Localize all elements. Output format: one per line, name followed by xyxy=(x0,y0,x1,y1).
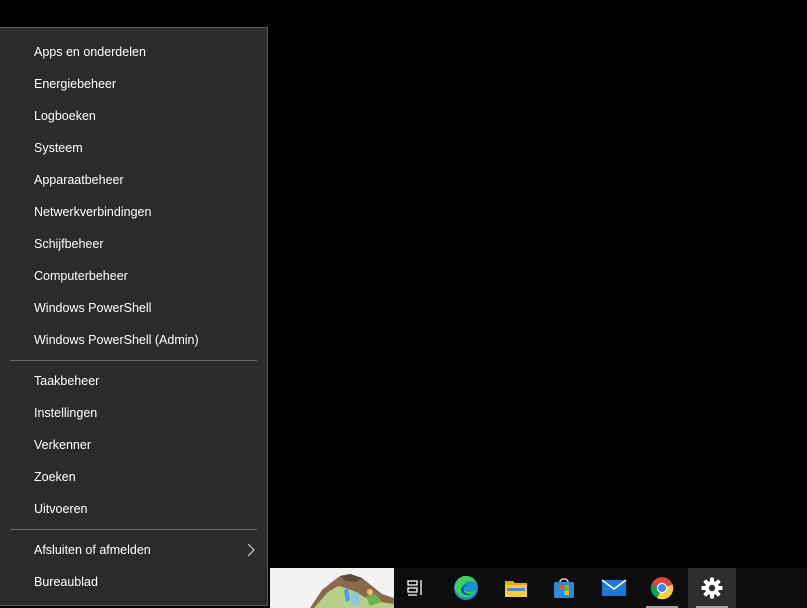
menu-item-energiebeheer[interactable]: Energiebeheer xyxy=(0,68,267,100)
menu-item-windows-powershell[interactable]: Windows PowerShell xyxy=(0,292,267,324)
menu-item-label: Netwerkverbindingen xyxy=(34,205,152,219)
file-explorer-icon[interactable] xyxy=(492,568,540,608)
menu-item-label: Zoeken xyxy=(34,470,76,484)
menu-item-label: Taakbeheer xyxy=(34,374,100,388)
settings-gear-icon[interactable] xyxy=(688,568,736,608)
menu-item-label: Windows PowerShell (Admin) xyxy=(34,333,199,347)
menu-separator xyxy=(10,360,257,361)
taskbar xyxy=(270,568,807,608)
task-view-icon[interactable] xyxy=(392,568,440,608)
menu-item-label: Uitvoeren xyxy=(34,502,88,516)
menu-item-label: Schijfbeheer xyxy=(34,237,104,251)
menu-item-label: Apps en onderdelen xyxy=(34,45,146,59)
menu-item-uitvoeren[interactable]: Uitvoeren xyxy=(0,493,267,525)
menu-item-label: Instellingen xyxy=(34,406,98,420)
menu-item-systeem[interactable]: Systeem xyxy=(0,132,267,164)
menu-item-label: Afsluiten of afmelden xyxy=(34,543,151,557)
winx-power-menu: Apps en onderdelen Energiebeheer Logboek… xyxy=(0,27,268,606)
desktop: Apps en onderdelen Energiebeheer Logboek… xyxy=(0,0,807,608)
menu-item-label: Computerbeheer xyxy=(34,269,128,283)
chrome-icon[interactable] xyxy=(638,568,686,608)
menu-item-label: Systeem xyxy=(34,141,83,155)
menu-item-label: Windows PowerShell xyxy=(34,301,152,315)
menu-item-netwerkverbindingen[interactable]: Netwerkverbindingen xyxy=(0,196,267,228)
menu-item-bureaublad[interactable]: Bureaublad xyxy=(0,566,267,598)
menu-item-apps-en-onderdelen[interactable]: Apps en onderdelen xyxy=(0,36,267,68)
menu-item-label: Verkenner xyxy=(34,438,91,452)
chevron-right-icon xyxy=(245,534,257,566)
edge-icon[interactable] xyxy=(442,568,490,608)
menu-separator xyxy=(10,529,257,530)
menu-item-computerbeheer[interactable]: Computerbeheer xyxy=(0,260,267,292)
menu-item-zoeken[interactable]: Zoeken xyxy=(0,461,267,493)
menu-item-label: Apparaatbeheer xyxy=(34,173,124,187)
menu-item-verkenner[interactable]: Verkenner xyxy=(0,429,267,461)
microsoft-store-icon[interactable] xyxy=(540,568,588,608)
mail-icon[interactable] xyxy=(590,568,638,608)
menu-item-windows-powershell-admin[interactable]: Windows PowerShell (Admin) xyxy=(0,324,267,356)
menu-item-label: Bureaublad xyxy=(34,575,98,589)
menu-item-instellingen[interactable]: Instellingen xyxy=(0,397,267,429)
menu-item-label: Logboeken xyxy=(34,109,96,123)
landscape-thumbnail[interactable] xyxy=(270,568,394,608)
menu-item-label: Energiebeheer xyxy=(34,77,117,91)
menu-item-apparaatbeheer[interactable]: Apparaatbeheer xyxy=(0,164,267,196)
menu-item-afsluiten-of-afmelden[interactable]: Afsluiten of afmelden xyxy=(0,534,267,566)
menu-item-schijfbeheer[interactable]: Schijfbeheer xyxy=(0,228,267,260)
menu-item-taakbeheer[interactable]: Taakbeheer xyxy=(0,365,267,397)
menu-item-logboeken[interactable]: Logboeken xyxy=(0,100,267,132)
